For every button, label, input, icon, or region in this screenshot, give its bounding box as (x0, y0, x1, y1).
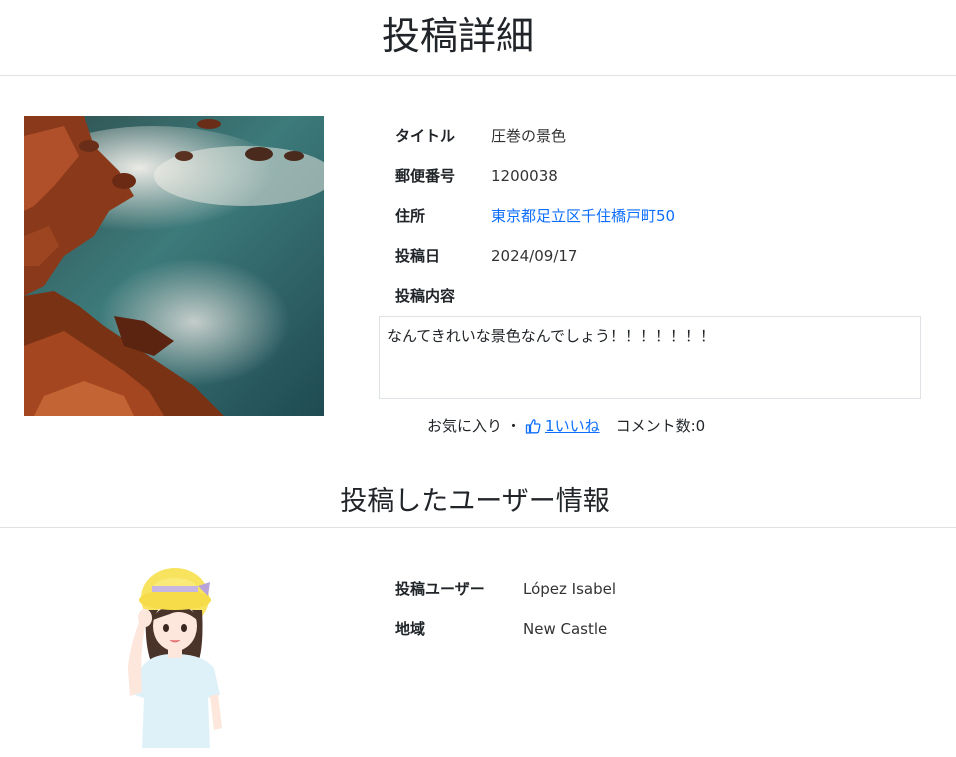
header-divider (0, 75, 956, 76)
like-count: 1いいね (545, 417, 600, 435)
meta-separator: ・ (506, 417, 522, 435)
post-user-row: 投稿ユーザー López Isabel (395, 579, 616, 599)
thumbs-up-icon (525, 418, 541, 434)
postal-code-value: 1200038 (491, 167, 558, 185)
postal-code-row: 郵便番号 1200038 (395, 166, 558, 186)
post-user-label: 投稿ユーザー (395, 580, 485, 598)
address-row: 住所 東京都足立区千住橋戸町50 (395, 206, 675, 226)
post-title-row: タイトル 圧巻の景色 (395, 126, 566, 146)
address-link[interactable]: 東京都足立区千住橋戸町50 (491, 206, 675, 226)
address-label: 住所 (395, 207, 426, 225)
favorite-link[interactable]: お気に入り (427, 415, 502, 437)
user-section-title: 投稿したユーザー情報 (340, 486, 610, 517)
post-meta: お気に入り ・ 1いいね コメント数:0 (427, 415, 705, 437)
post-user-value: López Isabel (523, 580, 617, 598)
post-content-box: なんてきれいな景色なんでしょう！！！！！！！ (379, 316, 921, 399)
page-title: 投稿詳細 (381, 14, 534, 58)
post-date-value: 2024/09/17 (491, 247, 578, 265)
region-row: 地域 New Castle (395, 619, 607, 639)
region-value: New Castle (523, 620, 608, 638)
post-content-row: 投稿内容 (395, 286, 455, 306)
like-button[interactable]: 1いいね (525, 415, 600, 437)
post-date-row: 投稿日 2024/09/17 (395, 246, 577, 266)
post-title-value: 圧巻の景色 (491, 127, 567, 145)
postal-code-label: 郵便番号 (395, 167, 456, 185)
comment-count: コメント数:0 (615, 417, 706, 435)
region-label: 地域 (395, 620, 426, 638)
post-content-label: 投稿内容 (395, 287, 456, 305)
post-image (24, 116, 324, 416)
post-date-label: 投稿日 (395, 247, 441, 265)
user-section-divider (0, 527, 956, 528)
post-title-label: タイトル (395, 127, 456, 145)
user-avatar (118, 560, 230, 750)
